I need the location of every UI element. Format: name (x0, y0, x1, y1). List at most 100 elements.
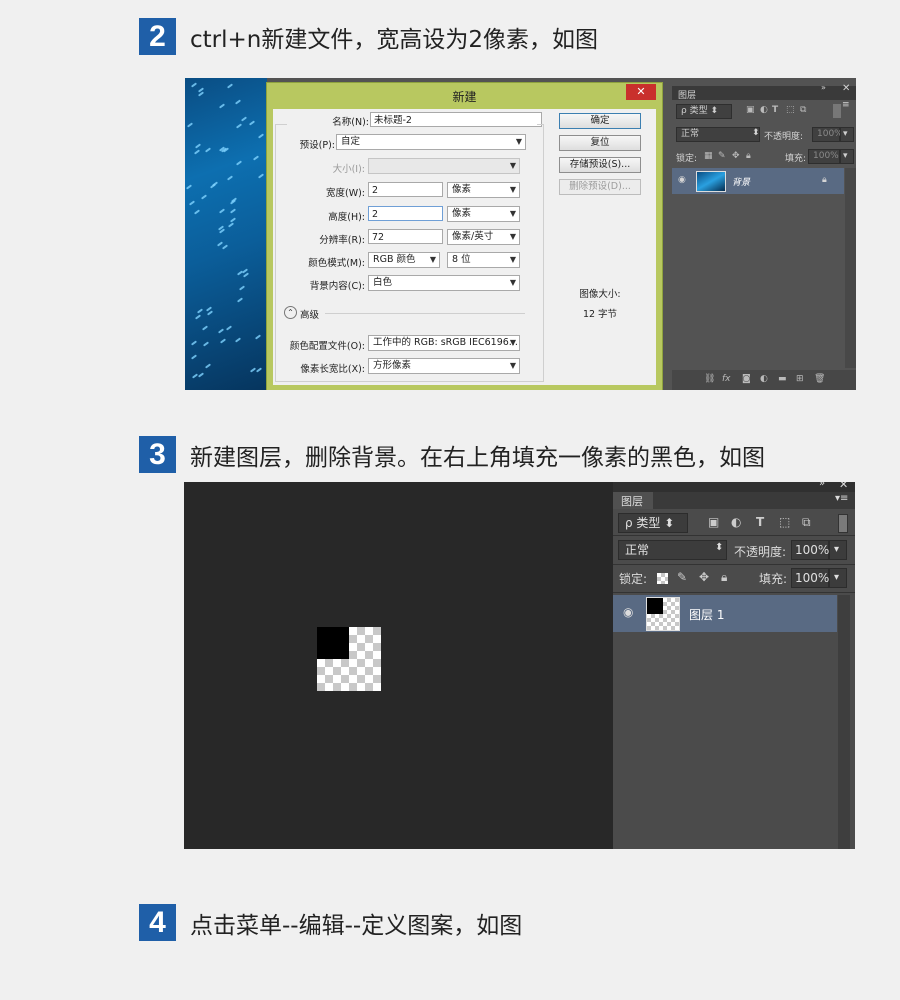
shape-filter-icon[interactable]: ⬚ (779, 515, 790, 529)
layer-name[interactable]: 图层 1 (689, 606, 724, 623)
layers-tab[interactable]: 图层 (621, 493, 643, 509)
fish-speck (185, 184, 193, 190)
preset-label: 预设(P): (299, 140, 335, 151)
preset-select[interactable]: 自定 ▼ (336, 134, 526, 150)
fill-input[interactable]: 100% (808, 149, 840, 164)
step-number-badge: 3 (139, 436, 176, 473)
chevron-down-icon: ⬍ (752, 128, 760, 138)
divider (613, 564, 855, 565)
layer-row-background[interactable]: ◉ 背景 🔒︎ (672, 168, 844, 194)
reset-button[interactable]: 复位 (559, 135, 641, 151)
adjustment-filter-icon[interactable]: ◐ (731, 515, 741, 529)
fish-speck (204, 363, 212, 369)
background-select[interactable]: 白色 ▼ (368, 275, 520, 291)
type-filter-icon[interactable]: T (772, 105, 778, 115)
filter-value: ρ 类型 (625, 516, 661, 530)
close-icon[interactable]: ✕ (842, 83, 850, 94)
image-filter-icon[interactable]: ▣ (746, 105, 755, 115)
opacity-input[interactable]: 100% (812, 127, 843, 142)
filter-toggle[interactable] (838, 514, 848, 533)
adjustment-filter-icon[interactable]: ◐ (760, 105, 768, 115)
layers-tab[interactable]: 图层 (678, 88, 696, 101)
chevron-down-icon[interactable]: ▾ (840, 149, 854, 164)
color-profile-select[interactable]: 工作中的 RGB: sRGB IEC6196... ▼ (368, 335, 520, 351)
name-input[interactable]: 未标题-2 (370, 112, 542, 127)
step-instruction: ctrl+n新建文件，宽高设为2像素，如图 (190, 26, 598, 53)
bit-depth-select[interactable]: 8 位 ▼ (447, 252, 520, 268)
lock-paint-brush-icon[interactable]: ✎ (718, 151, 726, 161)
screenshot-new-document-dialog: 新建 ✕ 名称(N): 未标题-2 预设(P): 自定 ▼ 大小(I): ▼ 宽度… (185, 78, 856, 390)
fill-input[interactable]: 100% (791, 568, 829, 588)
chevron-down-icon[interactable]: ▾ (840, 127, 854, 142)
fish-speck (200, 194, 208, 200)
scrollbar[interactable] (845, 168, 856, 368)
lock-paint-brush-icon[interactable]: ✎ (677, 570, 687, 584)
pixel-aspect-select[interactable]: 方形像素 ▼ (368, 358, 520, 374)
document-canvas[interactable] (317, 627, 381, 691)
resolution-unit-select[interactable]: 像素/英寸 ▼ (447, 229, 520, 245)
fish-speck (240, 116, 248, 122)
fish-speck (254, 334, 262, 340)
panel-menu-icon[interactable]: ≡ (842, 100, 850, 110)
collapse-icon[interactable]: » (819, 482, 825, 489)
chevron-down-icon: ▼ (509, 255, 516, 264)
lock-transparent-icon[interactable] (657, 573, 668, 584)
panel-menu-icon[interactable]: ▾≡ (835, 493, 848, 504)
blend-mode-select[interactable]: 正常 (676, 127, 760, 142)
lock-all-icon[interactable]: 🔒︎ (746, 151, 751, 161)
fish-speck (248, 120, 256, 126)
collapse-icon[interactable]: » (821, 83, 826, 92)
pixel-aspect-label: 像素长宽比(X): (300, 364, 365, 375)
screenshot-layer-fill: ✕ » 图层 ▾≡ ρ 类型 ⬍ ▣ ◐ T ⬚ ⧉ 正常 ⬍ 不透明度: 10… (184, 482, 855, 849)
link-layers-icon[interactable]: ⛓︎ (704, 374, 715, 384)
chevron-down-icon[interactable]: ▾ (829, 540, 847, 560)
filter-type-select[interactable]: ρ 类型 ⬍ (618, 513, 688, 533)
close-icon[interactable]: ✕ (839, 482, 848, 491)
new-layer-icon[interactable]: ⊞ (796, 374, 804, 384)
width-unit-select[interactable]: 像素 ▼ (447, 182, 520, 198)
fx-icon[interactable]: fx (722, 374, 731, 384)
lock-all-icon[interactable]: 🔒︎ (721, 570, 727, 585)
image-filter-icon[interactable]: ▣ (708, 515, 719, 529)
add-mask-icon[interactable]: ◙ (742, 374, 751, 384)
save-preset-button[interactable]: 存储预设(S)... (559, 157, 641, 173)
fish-speck (234, 99, 242, 105)
smart-object-filter-icon[interactable]: ⧉ (800, 105, 806, 115)
opacity-input[interactable]: 100% (791, 540, 829, 560)
chevron-down-icon: ▼ (429, 255, 436, 264)
step-instruction: 点击菜单--编辑--定义图案，如图 (190, 912, 523, 939)
adjustment-layer-icon[interactable]: ◐ (760, 374, 768, 384)
layer-name[interactable]: 背景 (732, 175, 750, 188)
scrollbar[interactable] (838, 595, 850, 849)
height-unit-select[interactable]: 像素 ▼ (447, 206, 520, 222)
visibility-eye-icon[interactable]: ◉ (678, 175, 686, 185)
fish-speck (193, 209, 201, 215)
visibility-eye-icon[interactable]: ◉ (623, 605, 633, 619)
color-mode-select[interactable]: RGB 颜色 ▼ (368, 252, 440, 268)
filter-type-select[interactable]: ρ 类型 ⬍ (676, 104, 732, 119)
filter-toggle[interactable] (833, 104, 841, 118)
trash-icon[interactable]: 🗑︎ (814, 374, 825, 384)
image-size-value: 12 字节 (582, 309, 618, 320)
lock-position-icon[interactable]: ✥ (699, 570, 709, 584)
color-profile-label: 颜色配置文件(O): (289, 341, 365, 352)
smart-object-filter-icon[interactable]: ⧉ (802, 515, 811, 530)
new-document-dialog: 新建 ✕ 名称(N): 未标题-2 预设(P): 自定 ▼ 大小(I): ▼ 宽度… (266, 82, 663, 390)
ok-button[interactable]: 确定 (559, 113, 641, 129)
close-button[interactable]: ✕ (626, 84, 656, 100)
layer-row-layer-1[interactable]: ◉ 图层 1 (613, 595, 837, 632)
height-input[interactable]: 2 (368, 206, 443, 221)
collapse-advanced-icon[interactable]: ⌃ (284, 306, 297, 319)
new-group-icon[interactable]: ▬ (778, 374, 787, 384)
step-3-heading: 3 新建图层，删除背景。在右上角填充一像素的黑色，如图 (139, 436, 765, 473)
width-input[interactable]: 2 (368, 182, 443, 197)
lock-transparent-icon[interactable]: ▦ (704, 151, 713, 161)
shape-filter-icon[interactable]: ⬚ (786, 105, 795, 115)
type-filter-icon[interactable]: T (756, 515, 764, 529)
divider (613, 535, 855, 536)
blend-mode-select[interactable]: 正常 (618, 540, 727, 560)
lock-position-icon[interactable]: ✥ (732, 151, 740, 161)
fish-speck (226, 83, 234, 89)
chevron-down-icon[interactable]: ▾ (829, 568, 847, 588)
resolution-input[interactable]: 72 (368, 229, 443, 244)
